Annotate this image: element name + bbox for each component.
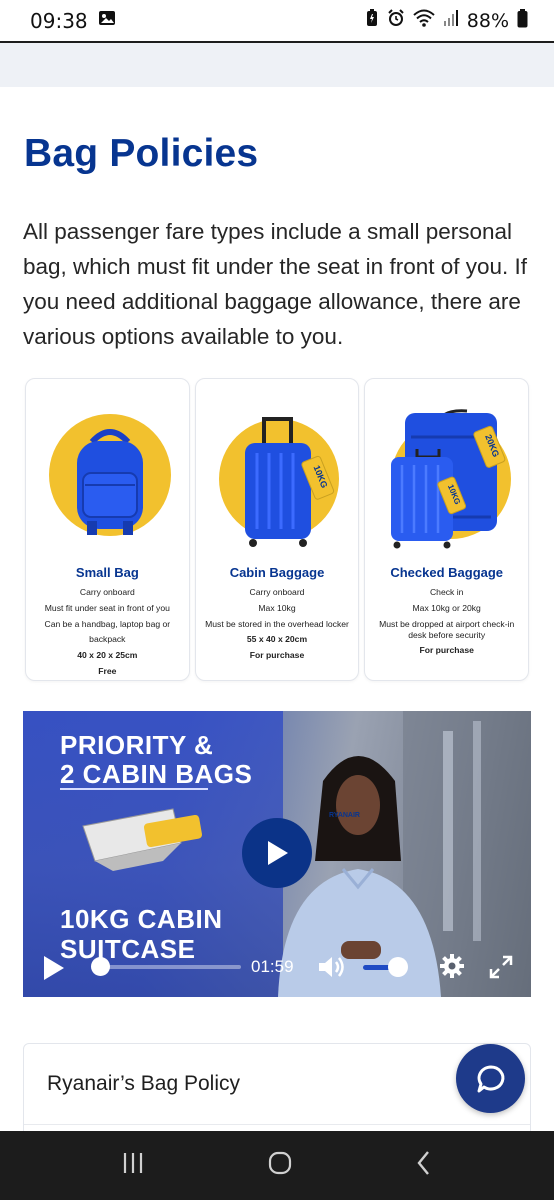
home-button[interactable] (267, 1150, 293, 1181)
progress-knob[interactable] (91, 957, 111, 976)
home-icon (268, 1151, 292, 1175)
fullscreen-icon (489, 955, 513, 979)
bag-policy-accordion[interactable]: Ryanair’s Bag Policy (23, 1043, 531, 1143)
alarm-icon (387, 9, 405, 32)
card-line: Can be a handbag, laptop bag or backpack (44, 618, 171, 645)
chat-icon (477, 1065, 504, 1092)
status-time: 09:38 (30, 8, 88, 33)
intro-text: All passenger fare types include a small… (23, 219, 528, 349)
headline-line: 2 CABIN BAGS (60, 759, 253, 789)
volume-button[interactable] (317, 954, 347, 985)
card-small-bag: Small Bag Carry onboard Must fit under s… (25, 378, 190, 681)
accordion-title[interactable]: Ryanair’s Bag Policy (47, 1072, 240, 1096)
card-title: Cabin Baggage (229, 565, 325, 580)
status-bar: 09:38 88% (0, 0, 554, 41)
checked-bag-image: 20KG 10KG (365, 397, 528, 557)
play-icon (44, 956, 64, 980)
divider (24, 1124, 530, 1125)
card-line: 55 x 40 x 20cm (246, 634, 308, 645)
headline-underline (60, 788, 208, 790)
bag-cards: Small Bag Carry onboard Must fit under s… (25, 378, 530, 681)
battery-saver-icon (365, 9, 379, 32)
card-line: For purchase (419, 644, 474, 655)
volume-knob[interactable] (388, 957, 409, 977)
fullscreen-button[interactable] (488, 954, 514, 985)
video-controls: 01:59 (23, 941, 531, 997)
gear-icon (440, 954, 464, 978)
play-icon (268, 841, 288, 865)
card-line: Free (98, 665, 117, 676)
card-line: Must fit under seat in front of you (44, 602, 170, 613)
recent-apps-button[interactable] (120, 1151, 146, 1180)
card-line: Max 10kg (258, 602, 296, 613)
video-headline-top: PRIORITY & 2 CABIN BAGS (60, 731, 252, 789)
cabin-bag-image: 10KG (196, 397, 359, 557)
page-title: Bag Policies (24, 132, 259, 175)
recent-apps-icon (124, 1153, 143, 1173)
battery-icon (517, 8, 528, 33)
video-player[interactable]: PRIORITY & 2 CABIN BAGS 10KG CABIN SUITC… (23, 711, 531, 997)
card-line: Carry onboard (249, 587, 305, 597)
card-checked-baggage: 20KG 10KG Checked Baggage Check in Max 1… (364, 378, 530, 681)
volume-icon (319, 957, 344, 977)
signal-icon (443, 9, 459, 32)
image-icon (98, 9, 116, 32)
card-line: Must be stored in the overhead locker (205, 618, 349, 629)
headline-line: PRIORITY & (60, 730, 214, 760)
card-title: Small Bag (75, 565, 139, 580)
settings-button[interactable] (439, 953, 465, 984)
chat-button[interactable] (456, 1044, 525, 1113)
card-title: Checked Baggage (390, 565, 504, 580)
shirt-logo: RYANAIR (329, 812, 360, 819)
wifi-icon (413, 9, 435, 32)
back-button[interactable] (414, 1150, 434, 1181)
card-line: Max 10kg or 20kg (412, 602, 481, 613)
card-cabin-baggage: 10KG Cabin Baggage Carry onboard Max 10k… (194, 378, 360, 681)
card-line: For purchase (249, 650, 305, 661)
headline-line: 10KG CABIN (60, 904, 223, 934)
control-play-button[interactable] (42, 955, 66, 986)
card-line: Check in (429, 587, 464, 597)
card-line: Carry onboard (79, 587, 135, 597)
battery-percent: 88% (466, 9, 509, 32)
video-time: 01:59 (251, 957, 294, 976)
browser-bar (0, 41, 554, 87)
system-nav-bar (0, 1131, 554, 1200)
play-button[interactable] (242, 818, 312, 888)
progress-track[interactable] (93, 965, 241, 969)
card-line: Must be dropped at airport check-in desk… (379, 618, 515, 640)
back-icon (417, 1151, 429, 1175)
small-bag-image (26, 397, 189, 557)
card-line: 40 x 20 x 25cm (77, 650, 138, 661)
